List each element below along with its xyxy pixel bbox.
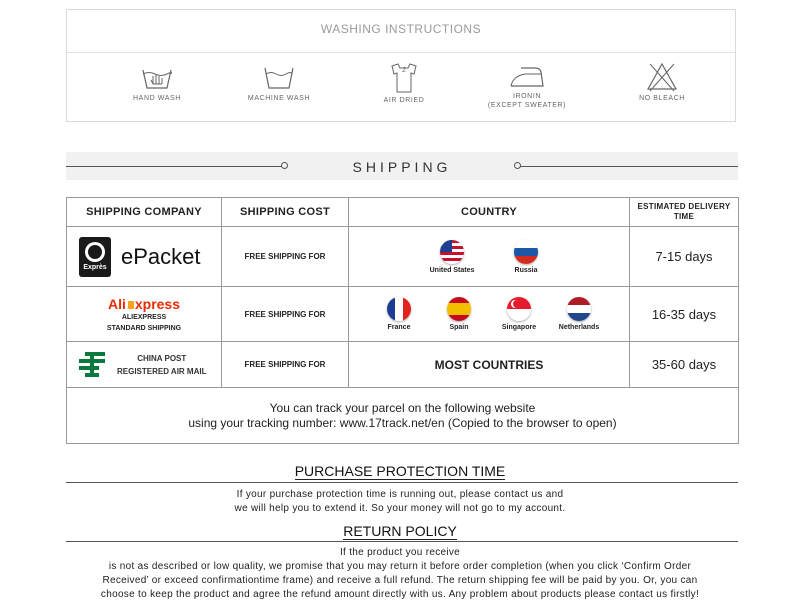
header-delivery-time: ESTIMATED DELIVERY TIME bbox=[629, 197, 739, 227]
country-label: Russia bbox=[514, 266, 538, 274]
carrier-line1: CHINA POST bbox=[137, 353, 187, 363]
return-text: If the product you receive is not as des… bbox=[0, 546, 800, 602]
protection-line2: we will help you to extend it. So your m… bbox=[234, 503, 566, 514]
russia-flag-icon bbox=[514, 239, 538, 264]
return-line4: choose to keep the product and agree the… bbox=[100, 589, 700, 600]
delivery-time-cell: 7-15 days bbox=[629, 226, 739, 287]
flag-item: Russia bbox=[496, 239, 556, 274]
tracking-row: You can track your parcel on the followi… bbox=[66, 387, 739, 444]
aliexpress-logo: Ali xpress bbox=[67, 296, 221, 312]
carrier-cell: CHINA POST REGISTERED AIR MAIL bbox=[66, 341, 222, 388]
header-country: COUNTRY bbox=[348, 197, 630, 227]
wash-sublabel: (EXCEPT SWEATER) bbox=[487, 102, 567, 109]
china-post-logo-icon bbox=[79, 351, 105, 377]
delivery-time-cell: 35-60 days bbox=[629, 341, 739, 388]
wash-item-hand: HAND WASH bbox=[102, 62, 212, 103]
aliexpress-cart-icon bbox=[127, 301, 134, 309]
protection-rule bbox=[66, 482, 738, 483]
wash-label: NO BLEACH bbox=[639, 95, 685, 102]
country-cell: MOST COUNTRIES bbox=[348, 341, 630, 388]
delivery-time-cell: 16-35 days bbox=[629, 286, 739, 342]
netherlands-flag-icon bbox=[567, 297, 591, 321]
wash-label: AIR DRIED bbox=[383, 97, 425, 104]
table-row: CHINA POST REGISTERED AIR MAIL FREE SHIP… bbox=[66, 341, 739, 388]
carrier-cell: Ali xpress ALIEXPRESS STANDARD SHIPPING bbox=[66, 286, 222, 342]
wash-label: IRONIN bbox=[512, 93, 542, 100]
washing-title: WASHING INSTRUCTIONS bbox=[320, 22, 482, 36]
spain-flag-icon bbox=[447, 297, 471, 321]
flag-item: France bbox=[369, 297, 429, 331]
country-label: Singapore bbox=[501, 324, 537, 331]
wash-label: HAND WASH bbox=[133, 95, 181, 102]
singapore-flag-icon bbox=[507, 297, 531, 321]
flag-item: Netherlands bbox=[549, 297, 609, 331]
return-title: RETURN POLICY bbox=[343, 523, 457, 540]
protection-line1: If your purchase protection time is runn… bbox=[236, 489, 564, 500]
wash-item-iron: IRONIN (EXCEPT SWEATER) bbox=[472, 62, 582, 110]
epacket-logo-text: Exprès bbox=[83, 263, 107, 271]
france-flag-icon bbox=[387, 297, 411, 321]
wash-item-machine: MACHINE WASH bbox=[224, 62, 334, 103]
shipping-table: SHIPPING COMPANY SHIPPING COST COUNTRY E… bbox=[66, 197, 739, 444]
flag-item: Singapore bbox=[489, 297, 549, 331]
protection-text: If your purchase protection time is runn… bbox=[0, 488, 800, 516]
tracking-line1: You can track your parcel on the followi… bbox=[269, 400, 536, 415]
carrier-line2: STANDARD SHIPPING bbox=[106, 325, 182, 332]
return-line1: If the product you receive bbox=[339, 547, 461, 558]
cost-cell: FREE SHIPPING FOR bbox=[221, 341, 349, 388]
shipping-title: SHIPPING bbox=[352, 159, 452, 175]
wash-label: MACHINE WASH bbox=[247, 95, 311, 102]
table-row: Exprès ePacket FREE SHIPPING FOR United … bbox=[66, 226, 739, 287]
return-line2: is not as described or low quality, we p… bbox=[108, 561, 692, 572]
return-heading: RETURN POLICY bbox=[0, 523, 800, 540]
table-header-row: SHIPPING COMPANY SHIPPING COST COUNTRY E… bbox=[66, 197, 739, 227]
table-row: Ali xpress ALIEXPRESS STANDARD SHIPPING F… bbox=[66, 286, 739, 342]
country-cell: United States Russia bbox=[348, 226, 630, 287]
country-label: United States bbox=[429, 266, 475, 274]
country-label: Netherlands bbox=[558, 324, 600, 331]
country-label: France bbox=[387, 324, 411, 331]
carrier-name: ePacket bbox=[121, 243, 201, 269]
washing-instructions-panel: WASHING INSTRUCTIONS HAND WASH MACHINE W… bbox=[66, 9, 736, 122]
us-flag-icon bbox=[440, 239, 464, 264]
no-bleach-icon bbox=[646, 62, 678, 92]
country-label: Spain bbox=[449, 324, 469, 331]
air-dried-icon: 2 bbox=[391, 63, 417, 93]
hand-wash-icon bbox=[142, 69, 172, 89]
machine-wash-icon bbox=[264, 67, 294, 89]
protection-heading: PURCHASE PROTECTION TIME bbox=[0, 463, 800, 480]
shipping-banner: SHIPPING bbox=[66, 152, 738, 180]
header-cost: SHIPPING COST bbox=[221, 197, 349, 227]
protection-title: PURCHASE PROTECTION TIME bbox=[294, 463, 506, 480]
flag-item: United States bbox=[422, 239, 482, 274]
country-cell: France Spain Singapore Netherlands bbox=[348, 286, 630, 342]
wash-item-no-bleach: NO BLEACH bbox=[607, 62, 717, 103]
washing-divider bbox=[67, 52, 735, 53]
logo-part-xpress: xpress bbox=[134, 296, 181, 312]
iron-icon bbox=[510, 67, 544, 87]
return-line3: Received’ or exceed confirmationtime fra… bbox=[102, 575, 698, 586]
cost-cell: FREE SHIPPING FOR bbox=[221, 226, 349, 287]
wash-item-air-dried: 2 AIR DRIED bbox=[349, 62, 459, 105]
return-rule bbox=[66, 541, 738, 542]
carrier-line1: ALIEXPRESS bbox=[121, 314, 167, 321]
tracking-cell: You can track your parcel on the followi… bbox=[66, 387, 739, 444]
svg-text:2: 2 bbox=[402, 67, 406, 74]
logo-part-ali: Ali bbox=[107, 296, 126, 312]
epacket-logo-icon: Exprès bbox=[79, 236, 111, 277]
flag-item: Spain bbox=[429, 297, 489, 331]
cost-cell: FREE SHIPPING FOR bbox=[221, 286, 349, 342]
carrier-cell: Exprès ePacket bbox=[66, 226, 222, 287]
header-company: SHIPPING COMPANY bbox=[66, 197, 222, 227]
carrier-line2: REGISTERED AIR MAIL bbox=[117, 366, 207, 376]
tracking-line2: using your tracking number: www.17track.… bbox=[188, 415, 617, 430]
